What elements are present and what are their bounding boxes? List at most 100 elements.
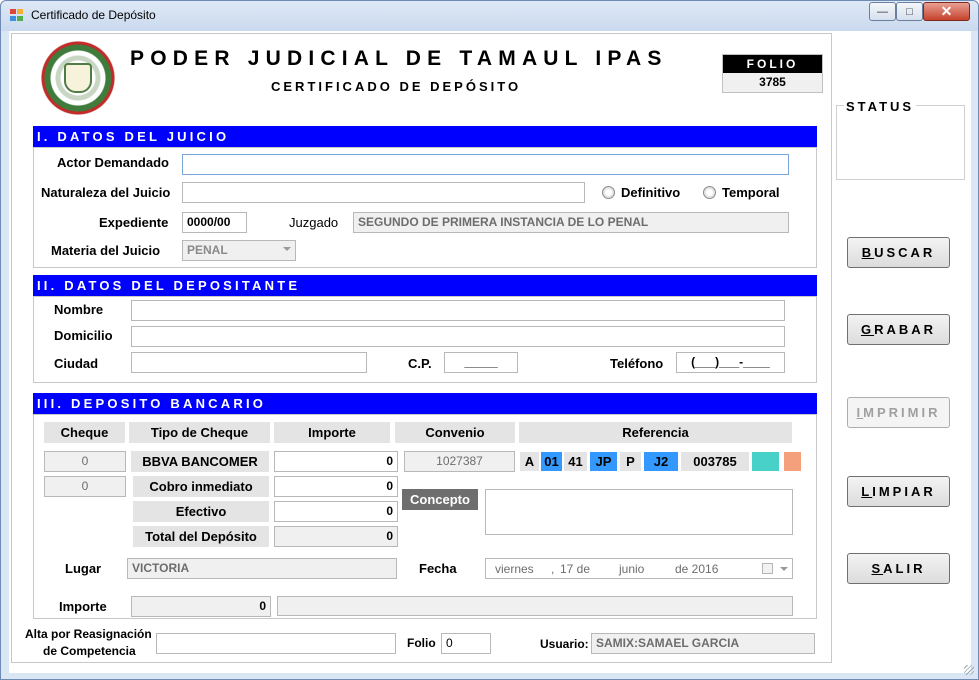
chevron-down-icon[interactable] [780,567,788,571]
imprimir-button[interactable]: IMPRIMIR [847,397,950,428]
judicial-seal-logo [41,41,115,115]
fecha-anio: de 2016 [675,562,719,576]
col-header-tipo: Tipo de Cheque [129,422,270,443]
resize-grip-icon[interactable] [964,665,974,675]
fecha-separator: , [551,562,555,576]
salir-button[interactable]: SALIR [847,553,950,584]
page-title: PODER JUDICIAL DE TAMAUL IPAS [130,47,668,70]
domicilio-label: Domicilio [54,328,113,343]
ref-01: 01 [541,452,562,471]
maximize-button[interactable]: □ [896,2,923,21]
alta-reasignacion-input[interactable] [156,633,396,654]
cp-input[interactable]: _____ [444,352,518,373]
nombre-input[interactable] [131,300,785,321]
ciudad-input[interactable] [131,352,367,373]
ref-j2: J2 [644,452,678,471]
footer-folio-label: Folio [407,636,436,650]
alta-label-line2: de Competencia [43,644,136,658]
section-datos-juicio-title: I. DATOS DEL JUICIO [33,126,817,147]
section-depositante-title: II. DATOS DEL DEPOSITANTE [33,275,817,296]
actor-demandado-input[interactable] [182,154,789,175]
cp-label: C.P. [408,356,432,371]
definitivo-label[interactable]: Definitivo [621,185,680,200]
buscar-label: USCAR [874,245,936,260]
buscar-mnemonic: B [861,245,875,260]
buscar-button[interactable]: BUSCAR [847,237,950,268]
ref-teal-swatch [752,452,779,471]
limpiar-label: IMPIAR [872,484,936,499]
close-button[interactable]: ✕ [923,2,970,21]
importe-cobro-input[interactable]: 0 [274,476,398,497]
telefono-label: Teléfono [610,356,664,371]
materia-select-value: PENAL [187,243,228,257]
telefono-input[interactable]: (___)___-____ [676,352,785,373]
folio-value: 3785 [723,73,822,92]
ref-number: 003785 [681,452,749,471]
alta-label-line1: Alta por Reasignación [25,627,152,641]
usuario-label: Usuario: [540,637,589,651]
importe-label: Importe [59,599,107,614]
col-header-importe: Importe [274,422,390,443]
materia-select[interactable]: PENAL [182,240,296,261]
ref-jp: JP [590,452,617,471]
naturaleza-input[interactable] [182,182,585,203]
lugar-field: VICTORIA [127,558,397,579]
fecha-numero: 17 de [560,562,591,576]
tipo-cobro-label: Cobro inmediato [133,476,269,497]
cheque-2-field[interactable]: 0 [44,476,126,497]
importe-total-summary: 0 [131,596,271,617]
lugar-label: Lugar [65,561,102,576]
app-window: Certificado de Depósito — □ ✕ PODER JUDI… [0,0,979,680]
cheque-1-field[interactable]: 0 [44,451,126,472]
imprimir-label: MPRIMIR [863,405,941,420]
minimize-button[interactable]: — [869,2,896,21]
status-label: STATUS [844,99,917,114]
col-header-convenio: Convenio [395,422,515,443]
fecha-dia: viernes [495,562,534,576]
importe-bbva-input[interactable]: 0 [274,451,398,472]
ref-41: 41 [564,452,587,471]
fecha-datepicker[interactable]: viernes , 17 de junio de 2016 [485,558,793,579]
title-bar[interactable]: Certificado de Depósito — □ ✕ [1,1,978,31]
main-panel: PODER JUDICIAL DE TAMAUL IPAS CERTIFICAD… [11,33,832,663]
definitivo-radio[interactable] [602,186,615,199]
ref-p: P [620,452,641,471]
tipo-bbva-label: BBVA BANCOMER [131,451,269,472]
col-header-referencia: Referencia [519,422,792,443]
temporal-label[interactable]: Temporal [722,185,780,200]
nombre-label: Nombre [54,302,104,317]
domicilio-input[interactable] [131,326,785,347]
fecha-mes: junio [619,562,645,576]
expediente-input[interactable]: 0000/00 [182,212,247,233]
juzgado-field: SEGUNDO DE PRIMERA INSTANCIA DE LO PENAL [353,212,789,233]
status-box [836,105,965,180]
window-title: Certificado de Depósito [31,8,156,22]
col-header-cheque: Cheque [44,422,125,443]
tipo-total-label: Total del Depósito [133,526,269,547]
chevron-down-icon [283,247,291,251]
section-deposito-title: III. DEPOSITO BANCARIO [33,393,817,414]
grabar-label: RABAR [874,322,937,337]
folio-box: FOLIO 3785 [722,54,823,93]
concepto-textarea[interactable] [485,489,793,535]
tipo-efectivo-label: Efectivo [133,501,269,522]
ref-salmon-swatch [784,452,801,471]
temporal-radio[interactable] [703,186,716,199]
salir-label: ALIR [883,561,926,576]
limpiar-button[interactable]: LIMPIAR [847,476,950,507]
page-subtitle: CERTIFICADO DE DEPÓSITO [271,79,522,94]
calendar-icon[interactable] [762,563,773,574]
ref-a: A [520,452,539,471]
grabar-button[interactable]: GRABAR [847,314,950,345]
importe-efectivo-input[interactable]: 0 [274,501,398,522]
importe-total-field: 0 [274,526,398,547]
footer-folio-input[interactable]: 0 [441,633,491,654]
limpiar-mnemonic: L [861,484,873,499]
materia-label: Materia del Juicio [51,243,161,258]
importe-letra-field [277,596,793,616]
convenio-field: 1027387 [404,451,515,472]
actor-label: Actor Demandado [57,155,169,170]
grabar-mnemonic: G [860,322,875,337]
fecha-label: Fecha [419,561,457,576]
app-icon [10,9,24,22]
